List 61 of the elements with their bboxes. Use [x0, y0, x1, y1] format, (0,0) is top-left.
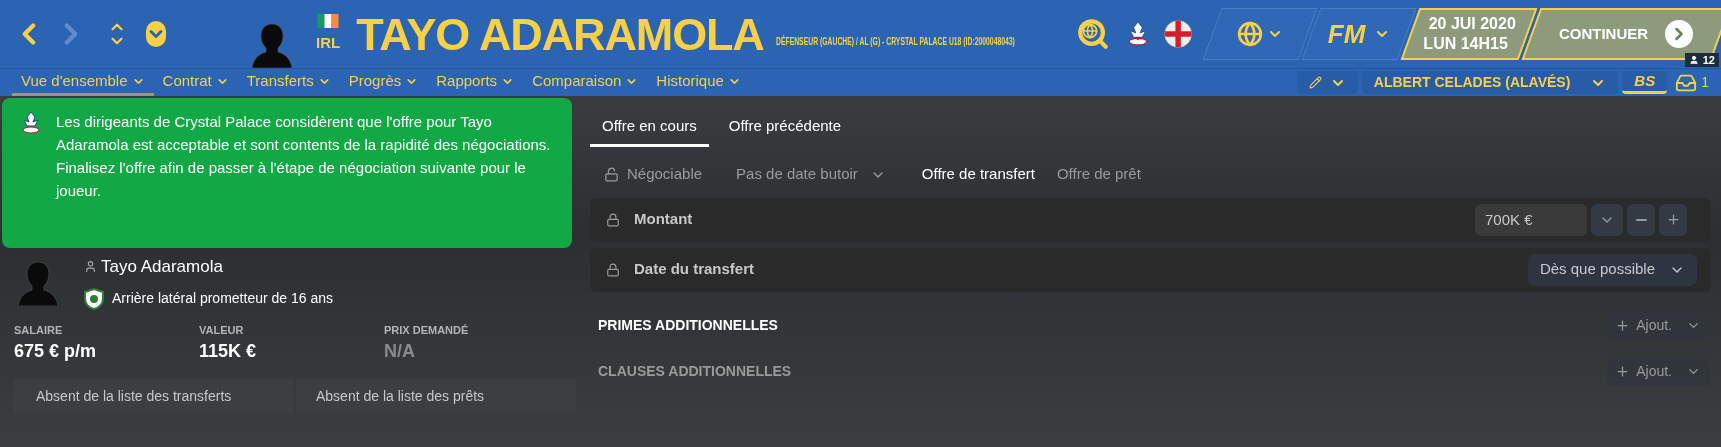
notice-text: Finalisez l'offre afin de passer à l'étape de négociation suivante pour le joueur.	[56, 158, 527, 201]
bs-button[interactable]: BS	[1622, 71, 1668, 94]
section-heading: PRIMES ADDITIONNELLES	[598, 316, 778, 335]
game-date: 20 JUI 2020	[1429, 14, 1517, 34]
player-name: Tayo Adaramola	[101, 256, 223, 278]
lock-icon	[606, 262, 620, 277]
pencil-icon	[1308, 76, 1322, 89]
plus-icon	[1665, 212, 1681, 227]
shield-badge-icon	[84, 287, 104, 310]
listing-status: Absent de la liste des prêts	[296, 379, 576, 413]
amount-dropdown-button[interactable]	[1591, 203, 1623, 236]
plus-icon	[1615, 318, 1631, 333]
globe-icon	[1237, 21, 1263, 47]
users-badge: 12	[1684, 53, 1719, 67]
nav-tab[interactable]: Rapports	[427, 69, 524, 96]
negotiable-toggle[interactable]: Négociable	[604, 163, 703, 186]
nav-tab[interactable]: Contrat	[153, 69, 238, 96]
nav-tab[interactable]: Transferts	[237, 69, 340, 96]
nav-tab[interactable]: Historique	[647, 69, 750, 96]
stat-value: 675 € p/m	[14, 340, 98, 363]
flag-icon	[317, 13, 340, 28]
add-button[interactable]: Ajout.	[1607, 311, 1709, 340]
player-name-title: TAYO ADARAMOLA	[356, 11, 764, 57]
person-icon	[1688, 55, 1699, 65]
person-icon	[84, 260, 97, 274]
dropdown-circle-button[interactable]	[146, 21, 166, 47]
nav-tab[interactable]: Comparaison	[523, 69, 648, 96]
lock-icon	[606, 212, 620, 227]
stat-label: VALEUR	[199, 322, 245, 338]
stat-label: PRIX DEMANDÉ	[384, 322, 470, 338]
decrease-button[interactable]	[1627, 203, 1655, 236]
field-label: Date du transfert	[634, 259, 755, 280]
player-avatar-silhouette	[252, 20, 292, 68]
plus-icon	[1615, 364, 1631, 379]
offer-type-toggle[interactable]: Offre de prêt	[1056, 163, 1141, 186]
stat-label: SALAIRE	[14, 322, 64, 338]
field-label: Montant	[634, 209, 693, 230]
search-icon[interactable]	[1075, 17, 1110, 51]
deadline-dropdown[interactable]: Pas de date butoir	[736, 163, 886, 186]
stat-value: N/A	[384, 340, 416, 363]
increase-button[interactable]	[1659, 203, 1687, 236]
notice-text: Les dirigeants de Crystal Palace considèrent que l'offre pour Tayo Adaramola est acceptable et sont contents de la rapidité des négociations.	[56, 112, 552, 155]
fm-menu-button[interactable]: FM	[1301, 8, 1417, 60]
offer-tab[interactable]: Offre précédente	[716, 115, 854, 147]
unlocked-icon	[604, 167, 619, 182]
inbox-button[interactable]: 1	[1675, 69, 1709, 96]
amount-field[interactable]: 700K €	[1475, 203, 1587, 236]
game-time: LUN 14H15	[1423, 34, 1508, 54]
nationality-code: IRL	[316, 32, 341, 53]
stat-value: 115K €	[199, 340, 258, 363]
offer-tab[interactable]: Offre en cours	[590, 115, 709, 147]
edit-menu-button[interactable]	[1296, 71, 1358, 94]
listing-status: Absent de la liste des transferts	[14, 379, 294, 413]
player-description: Arrière latéral prometteur de 16 ans	[112, 289, 333, 308]
minus-icon	[1635, 218, 1647, 221]
section-heading: CLAUSES ADDITIONNELLES	[598, 362, 792, 381]
transfer-date-dropdown[interactable]: Dès que possible	[1527, 253, 1697, 286]
nav-tab[interactable]: Progrès	[339, 69, 428, 96]
offer-type-toggle[interactable]: Offre de transfert	[921, 163, 1035, 186]
manager-dropdown[interactable]: ALBERT CELADES (ALAVÉS)	[1361, 71, 1619, 94]
player-subtitle: DÉFENSEUR (GAUCHE) / AL (G) - CRYSTAL PALACE U18 (ID:2000048043)	[775, 34, 1015, 49]
